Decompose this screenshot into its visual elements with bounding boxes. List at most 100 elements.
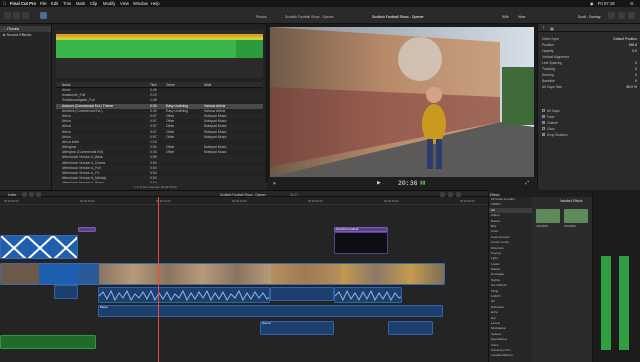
effects-grid-title: Installed Effects: [560, 199, 583, 203]
audio-clip[interactable]: [334, 287, 402, 303]
effects-category-item[interactable]: Installed Effects: [489, 353, 532, 358]
audio-clip-green[interactable]: [0, 335, 96, 349]
timeline-area[interactable]: Scottish Football Music Sound: [0, 197, 488, 362]
effect-name: UNIVIEW: [564, 224, 576, 228]
playhead[interactable]: [158, 197, 159, 362]
menu-help[interactable]: Help: [151, 1, 160, 6]
effects-browser-grid: Installed Effects UNIVIEW UNIVIEW: [532, 197, 592, 362]
inspector-panel: T ▣ Video Sync Default Position Position 15…: [537, 24, 640, 190]
fullscreen-icon[interactable]: ⤢: [525, 180, 529, 186]
title-clip-small[interactable]: [78, 227, 96, 232]
view-select[interactable]: View: [518, 15, 525, 19]
timeline-duration: 30:17: [290, 192, 298, 197]
viewer-video-frame[interactable]: [270, 27, 534, 177]
clock[interactable]: Fri 07:18: [598, 1, 615, 6]
video-thumb-strip: [341, 264, 444, 284]
browser-list: Alone 0:45 Avalanche_Full 2:15 Sektionsaufga…: [56, 88, 263, 184]
apple-icon[interactable]: : [3, 1, 6, 6]
sound-clip[interactable]: Sound: [260, 321, 334, 335]
text-inspector-icon[interactable]: T: [542, 26, 544, 30]
title-clip-black[interactable]: [334, 232, 388, 254]
timeline-ruler[interactable]: 00:00:00:00 00:00:05:00 00:00:10:00 00:00:1…: [0, 197, 488, 205]
timeline-project-title: Scottish Football Show - Opener: [220, 192, 266, 197]
ruler-tick-label: 00:00:30:00: [460, 199, 475, 203]
sidebar-item-label: Sound Effects: [6, 32, 32, 37]
video-thumb-strip: [271, 264, 341, 284]
menu-mark[interactable]: Mark: [76, 1, 85, 6]
audio-meter-icon[interactable]: ▮▮: [420, 180, 426, 186]
ruler-tick-label: 00:00:15:00: [232, 199, 247, 203]
inspector-label: Kerning: [542, 73, 554, 77]
viewer-title: Scottish Football Show - Opener: [285, 15, 334, 19]
ruler-tick-label: 00:00:00:00: [4, 199, 19, 203]
checkbox-icon[interactable]: [542, 127, 545, 130]
audio-clip-main[interactable]: [98, 287, 270, 303]
browser-status-bar: 1 of 6,211 selected, 00:00:30:00: [52, 183, 267, 190]
inspector-label: Opacity: [542, 49, 554, 53]
audio-clip[interactable]: [54, 285, 78, 299]
sidebar-item-sound-effects[interactable]: ■ Sound Effects: [0, 32, 51, 38]
audio-clip[interactable]: [270, 287, 334, 301]
checkbox-icon[interactable]: [542, 109, 545, 112]
video-inspector-icon[interactable]: ▣: [550, 26, 554, 31]
inspector-label: Position: [542, 43, 555, 47]
import-media-button[interactable]: [4, 12, 11, 19]
viewer-options-icon[interactable]: ▦: [273, 181, 276, 185]
timecode-display[interactable]: 20:36: [398, 180, 418, 187]
clip-label: Music: [100, 306, 108, 309]
col-name[interactable]: Name: [62, 83, 71, 87]
folder-icon: ■: [3, 32, 6, 37]
video-thumb: [39, 264, 79, 284]
col-time[interactable]: Time: [150, 83, 157, 87]
video-thumb: [1, 264, 39, 284]
library-label[interactable]: Photos: [256, 15, 267, 19]
inspector-toggle-icon[interactable]: [618, 12, 625, 19]
library-sidebar: ♫ iTunes ■ Sound Effects: [0, 24, 52, 190]
menu-view[interactable]: View: [120, 1, 129, 6]
menu-clip[interactable]: Clip: [90, 1, 97, 6]
clip-label: Sound: [262, 322, 271, 325]
meter-left: [601, 256, 611, 350]
browser-panel: Name Time Genre Artist Alone 0:45 Avalanch…: [52, 24, 267, 190]
more-icon[interactable]: [628, 12, 635, 19]
app-name-menu[interactable]: Final Cut Pro: [10, 1, 36, 6]
waveform: [99, 289, 269, 302]
sidebar-item-label: iTunes: [7, 26, 19, 31]
background-tasks-button[interactable]: [22, 12, 29, 19]
audio-meters: [592, 190, 640, 362]
menu-modify[interactable]: Modify: [103, 1, 115, 6]
checkbox-checked-icon[interactable]: [542, 121, 545, 124]
inspector-checkbox-row[interactable]: Drop Shadow: [538, 132, 640, 138]
menu-bar:  Final Cut Pro File Edit Trim Mark Clip…: [0, 0, 640, 7]
col-genre[interactable]: Genre: [166, 83, 175, 87]
effects-title: Effects: [490, 192, 500, 197]
title-clip-flag[interactable]: [0, 235, 78, 259]
wifi-icon[interactable]: ◉: [590, 1, 594, 6]
libraries-toggle-icon[interactable]: [40, 12, 47, 19]
audio-waveform-preview[interactable]: [56, 30, 263, 78]
inspector-label: Baseline: [542, 79, 556, 83]
ruler-tick-label: 00:00:05:00: [80, 199, 95, 203]
menu-trim[interactable]: Trim: [63, 1, 71, 6]
menu-window[interactable]: Window: [133, 1, 148, 6]
play-icon[interactable]: ▶: [377, 180, 381, 186]
menu-file[interactable]: File: [40, 1, 47, 6]
zoom-select[interactable]: 94%: [502, 15, 509, 19]
checkbox-checked-icon[interactable]: [542, 133, 545, 136]
music-clip[interactable]: Music: [98, 305, 443, 317]
inspector-row[interactable]: All Caps Size 80.0 %: [538, 84, 640, 90]
effect-thumbnail[interactable]: [564, 209, 588, 223]
menu-edit[interactable]: Edit: [51, 1, 58, 6]
col-artist[interactable]: Artist: [204, 83, 211, 87]
keyword-button[interactable]: [13, 12, 20, 19]
audio-clip[interactable]: [388, 321, 433, 335]
index-button[interactable]: Index: [8, 193, 16, 197]
primary-storyline[interactable]: [0, 263, 445, 285]
menu-list-icon[interactable]: ☰: [630, 1, 634, 6]
inspector-value[interactable]: 80.0 %: [626, 84, 637, 90]
share-button[interactable]: [608, 12, 615, 19]
checkbox-checked-icon[interactable]: [542, 115, 545, 118]
video-thumb-strip: [99, 264, 271, 284]
effect-thumbnail[interactable]: [536, 209, 560, 223]
effect-name: UNIVIEW: [536, 224, 548, 228]
